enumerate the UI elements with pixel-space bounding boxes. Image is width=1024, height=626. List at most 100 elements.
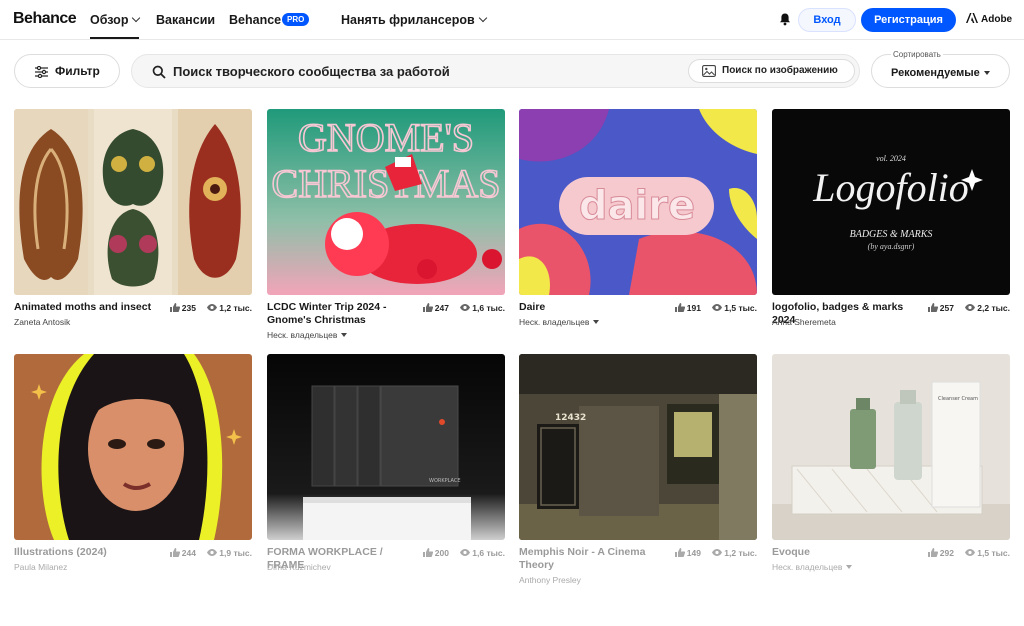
project-title[interactable]: Daire bbox=[519, 301, 669, 314]
filter-label: Фильтр bbox=[55, 64, 100, 78]
thumbs-up-icon bbox=[674, 548, 685, 557]
filter-sliders-icon bbox=[35, 66, 48, 78]
thumbs-up-icon bbox=[169, 548, 180, 557]
project-stats: 235 1,2 тыс. bbox=[169, 303, 252, 313]
sort-value[interactable]: Рекомендуемые bbox=[891, 67, 980, 79]
project-stats: 200 1,6 тыс. bbox=[422, 548, 505, 558]
thumbs-up-icon bbox=[422, 548, 433, 557]
like-count: 235 bbox=[181, 303, 196, 313]
svg-text:WORKPLACE: WORKPLACE bbox=[429, 478, 461, 484]
eye-icon bbox=[460, 549, 471, 556]
project-artwork-evoque: Cleanser Cream bbox=[772, 354, 1010, 540]
project-owner[interactable]: Zaneta Antosik bbox=[14, 317, 70, 327]
project-owner[interactable]: Anna Sheremeta bbox=[772, 317, 836, 327]
view-count: 1,5 тыс. bbox=[977, 548, 1010, 558]
eye-icon bbox=[712, 549, 723, 556]
eye-icon bbox=[207, 304, 218, 311]
nav-hire-freelancers[interactable]: Нанять фрилансеров bbox=[341, 13, 487, 27]
project-thumbnail[interactable]: vol. 2024 Logofolio BADGES & MARKS (by a… bbox=[772, 109, 1010, 295]
svg-text:12432: 12432 bbox=[555, 413, 586, 423]
nav-behance-pro[interactable]: Behance bbox=[229, 13, 281, 27]
project-stats: 191 1,5 тыс. bbox=[674, 303, 757, 313]
like-count: 200 bbox=[434, 548, 449, 558]
image-search-button[interactable]: Поиск по изображению bbox=[688, 59, 855, 83]
project-thumbnail[interactable] bbox=[14, 109, 252, 295]
project-thumbnail[interactable]: 12432 bbox=[519, 354, 757, 540]
view-count: 1,6 тыс. bbox=[472, 303, 505, 313]
svg-text:BADGES & MARKS: BADGES & MARKS bbox=[850, 229, 933, 240]
project-artwork-memphis: 12432 bbox=[519, 354, 757, 540]
project-title[interactable]: Animated moths and insect bbox=[14, 301, 164, 314]
signup-button[interactable]: Регистрация bbox=[861, 8, 956, 32]
project-owner[interactable]: Неск. владельцев bbox=[267, 330, 348, 340]
eye-icon bbox=[207, 549, 218, 556]
login-button[interactable]: Вход bbox=[798, 8, 856, 32]
project-title[interactable]: Memphis Noir - A Cinema Theory bbox=[519, 546, 669, 572]
project-thumbnail[interactable]: WORKPLACE bbox=[267, 354, 505, 540]
caret-down-icon bbox=[846, 565, 853, 569]
top-nav: Behance Обзор Вакансии Behance PRO Нанят… bbox=[0, 0, 1024, 40]
project-owner[interactable]: Неск. владельцев bbox=[772, 562, 853, 572]
project-stats: 244 1,9 тыс. bbox=[169, 548, 252, 558]
search-bar[interactable]: Поиск по изображению bbox=[131, 54, 860, 88]
owner-label: Неск. владельцев bbox=[772, 562, 843, 572]
sort-label: Сортировать bbox=[891, 50, 943, 59]
project-title[interactable]: Evoque bbox=[772, 546, 922, 559]
like-count: 244 bbox=[181, 548, 196, 558]
chevron-down-icon bbox=[132, 13, 141, 23]
behance-logo[interactable]: Behance bbox=[13, 10, 77, 28]
caret-down-icon bbox=[593, 320, 600, 324]
project-title[interactable]: Illustrations (2024) bbox=[14, 546, 164, 559]
caret-down-icon bbox=[984, 71, 990, 75]
view-count: 1,2 тыс. bbox=[724, 548, 757, 558]
active-tab-indicator bbox=[90, 37, 139, 39]
project-artwork-daire: daire bbox=[519, 109, 757, 295]
like-count: 292 bbox=[939, 548, 954, 558]
project-title[interactable]: LCDC Winter Trip 2024 - Gnome's Christma… bbox=[267, 301, 417, 327]
svg-text:daire: daire bbox=[579, 183, 695, 229]
pro-badge[interactable]: PRO bbox=[282, 13, 310, 26]
project-owner[interactable]: Неск. владельцев bbox=[519, 317, 600, 327]
project-stats: 149 1,2 тыс. bbox=[674, 548, 757, 558]
nav-hire-label: Нанять фрилансеров bbox=[341, 13, 475, 27]
svg-text:Cleanser Cream: Cleanser Cream bbox=[938, 396, 978, 402]
nav-explore-label: Обзор bbox=[90, 13, 129, 27]
svg-text:Logofolio: Logofolio bbox=[812, 165, 969, 210]
like-count: 257 bbox=[939, 303, 954, 313]
caret-down-icon bbox=[341, 333, 348, 337]
thumbs-up-icon bbox=[674, 303, 685, 312]
search-icon bbox=[152, 65, 166, 79]
like-count: 191 bbox=[686, 303, 701, 313]
nav-explore[interactable]: Обзор bbox=[90, 13, 141, 27]
eye-icon bbox=[712, 304, 723, 311]
adobe-link[interactable]: Adobe bbox=[966, 13, 1012, 25]
project-artwork-forma: WORKPLACE bbox=[267, 354, 505, 540]
thumbs-up-icon bbox=[927, 303, 938, 312]
project-stats: 257 2,2 тыс. bbox=[927, 303, 1010, 313]
project-thumbnail[interactable]: Cleanser Cream bbox=[772, 354, 1010, 540]
image-search-label: Поиск по изображению bbox=[722, 65, 838, 76]
project-thumbnail[interactable]: GNOME'S CHRISTMAS bbox=[267, 109, 505, 295]
svg-text:vol. 2024: vol. 2024 bbox=[876, 154, 906, 163]
project-owner[interactable]: Anthony Presley bbox=[519, 575, 581, 585]
thumbs-up-icon bbox=[927, 548, 938, 557]
search-input[interactable] bbox=[173, 55, 673, 87]
chevron-down-icon bbox=[478, 13, 487, 23]
filter-button[interactable]: Фильтр bbox=[14, 54, 120, 88]
bell-icon[interactable] bbox=[778, 12, 792, 26]
project-owner[interactable]: Paula Milanez bbox=[14, 562, 67, 572]
project-owner[interactable]: Dima Kuzmichev bbox=[267, 562, 331, 572]
project-artwork-moths bbox=[14, 109, 252, 295]
adobe-logo-icon bbox=[966, 13, 978, 23]
project-thumbnail[interactable] bbox=[14, 354, 252, 540]
owner-label: Неск. владельцев bbox=[519, 317, 590, 327]
project-stats: 247 1,6 тыс. bbox=[422, 303, 505, 313]
image-icon bbox=[702, 65, 716, 77]
thumbs-up-icon bbox=[422, 303, 433, 312]
view-count: 1,5 тыс. bbox=[724, 303, 757, 313]
svg-text:(by aya.dsgnr): (by aya.dsgnr) bbox=[868, 242, 915, 251]
nav-jobs[interactable]: Вакансии bbox=[156, 13, 215, 27]
view-count: 1,2 тыс. bbox=[219, 303, 252, 313]
adobe-label: Adobe bbox=[981, 14, 1013, 25]
project-thumbnail[interactable]: daire bbox=[519, 109, 757, 295]
